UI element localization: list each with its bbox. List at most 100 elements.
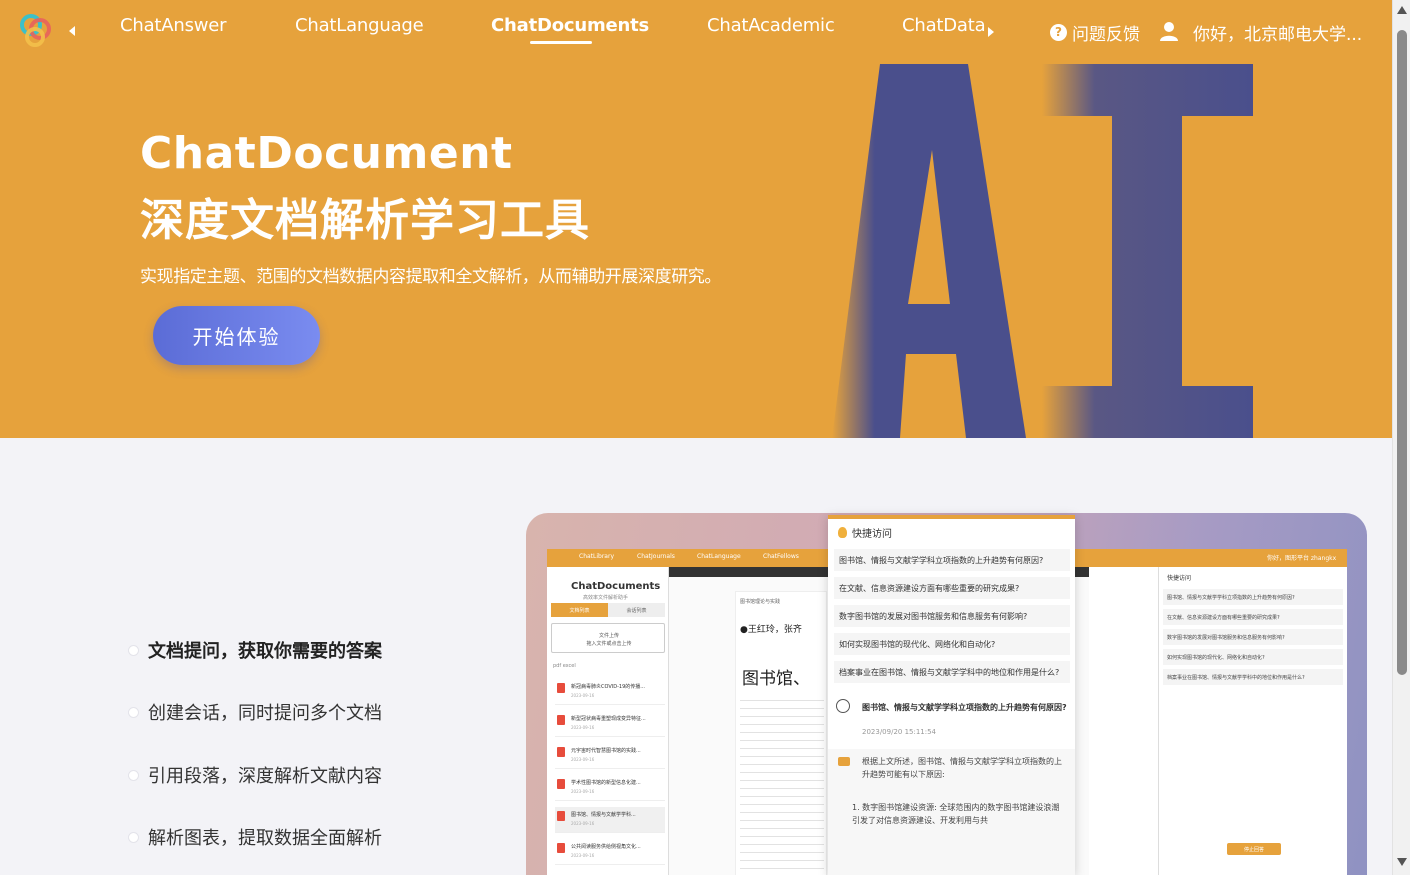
feature-item-create-session[interactable]: 创建会话，同时提问多个文档 xyxy=(128,699,382,725)
mock-chat-question: 在文献、信息资源建设方面有哪些重要的研究成果? xyxy=(1163,609,1343,625)
nav-prev-arrow-icon[interactable] xyxy=(66,22,80,40)
mock-tab: 会话列表 xyxy=(608,603,665,617)
mock-user: 你好，图形平台 zhangkx xyxy=(1267,555,1337,562)
pdf-icon xyxy=(557,683,565,693)
pdf-icon xyxy=(557,747,565,757)
mock-file-name: 学术性图书馆的新型信息化建... xyxy=(571,780,641,786)
mock-page-author: ●王红玲，张齐 xyxy=(740,625,802,635)
quick-question[interactable]: 数字图书馆的发展对图书馆服务和信息服务有何影响? xyxy=(834,605,1070,627)
start-experience-button[interactable]: 开始体验 xyxy=(153,306,320,365)
feature-label: 引用段落，深度解析文献内容 xyxy=(148,766,382,787)
bot-answer-intro: 根据上文所述，图书馆、情报与文献学学科立项指数的上升趋势可能有以下原因: xyxy=(862,757,1062,779)
feature-bullet xyxy=(128,706,139,718)
feature-bullet xyxy=(128,769,139,781)
mock-nav-item: ChatJournals xyxy=(637,553,675,560)
mock-file-item: 新冠病毒肺炎COVID-19的传播... 2023-09-16 xyxy=(555,679,665,705)
feature-item-quote-paragraph[interactable]: 引用段落，深度解析文献内容 xyxy=(128,762,382,788)
feedback-label: 问题反馈 xyxy=(1072,24,1140,45)
mock-chat-question: 档案事业在图书馆、情报与文献学学科中的地位和作用是什么? xyxy=(1163,669,1343,685)
mock-chat-question: 数字图书馆的发展对图书馆服务和信息服务有何影响? xyxy=(1163,629,1343,645)
lightbulb-icon xyxy=(838,527,847,538)
scroll-down-arrow-icon[interactable] xyxy=(1397,858,1407,866)
mock-file-item: 元宇宙时代智慧图书馆的实践... 2023-09-16 xyxy=(555,743,665,769)
quick-access-popup: 快捷访问 图书馆、情报与文献学学科立项指数的上升趋势有何原因? 在文献、信息资源… xyxy=(828,515,1075,875)
user-icon[interactable] xyxy=(1158,20,1180,42)
feature-label: 文档提问，获取你需要的答案 xyxy=(148,641,382,662)
feature-bullet xyxy=(128,831,139,843)
user-message-time: 2023/09/20 15:11:54 xyxy=(862,728,937,736)
mock-file-name: 元宇宙时代智慧图书馆的实践... xyxy=(571,748,641,754)
quick-question[interactable]: 在文献、信息资源建设方面有哪些重要的研究成果? xyxy=(834,577,1070,599)
quick-question[interactable]: 档案事业在图书馆、情报与文献学学科中的地位和作用是什么? xyxy=(834,661,1070,683)
scroll-up-arrow-icon[interactable] xyxy=(1397,6,1407,14)
page-scrollbar[interactable] xyxy=(1392,0,1410,875)
hero-title: ChatDocument xyxy=(140,128,513,179)
mock-upload-label: 文件上传 xyxy=(598,633,619,639)
mock-document-page: 图书馆理论与实践 ●王红玲，张齐 图书馆、 xyxy=(735,591,827,875)
bot-answer: 根据上文所述，图书馆、情报与文献学学科立项指数的上升趋势可能有以下原因: 1. … xyxy=(828,749,1075,875)
mock-page-heading: 图书馆、 xyxy=(742,669,810,689)
feature-bullet xyxy=(128,644,139,656)
nav-item-chatlanguage[interactable]: ChatLanguage xyxy=(295,15,424,36)
question-circle-icon: ? xyxy=(1050,23,1067,41)
quick-question[interactable]: 如何实现图书馆的现代化、网络化和自动化? xyxy=(834,633,1070,655)
mock-file-name: 公共阅读服务供给侧视角文化... xyxy=(571,844,641,850)
nav-item-chatacademic[interactable]: ChatAcademic xyxy=(707,15,835,36)
mock-upload-hint: 拖入文件或点击上传 xyxy=(586,641,632,647)
mock-chat-panel: 快捷访问 图书馆、情报与文献学学科立项指数的上升趋势有何原因? 在文献、信息资源… xyxy=(1158,567,1347,875)
mock-file-date: 2023-09-16 xyxy=(571,725,595,730)
mock-page-header: 图书馆理论与实践 xyxy=(740,599,781,605)
mock-tabs: 文档列表 会话列表 xyxy=(551,603,665,617)
feedback-link[interactable]: ? 问题反馈 xyxy=(1050,20,1140,45)
mock-sidebar: ChatDocuments 高效率文件解析助手 文档列表 会话列表 文件上传 拖… xyxy=(547,567,669,875)
nav-item-chatanswer[interactable]: ChatAnswer xyxy=(120,15,227,36)
mock-file-item: 新型冠状病毒重塑现成变异特征... 2023-09-16 xyxy=(555,711,665,737)
quick-access-title: 快捷访问 xyxy=(852,529,892,540)
hero-banner: ChatAnswer ChatLanguage ChatDocuments Ch… xyxy=(0,0,1392,438)
mock-chat-question: 如何实现图书馆的现代化、网络化和自动化? xyxy=(1163,649,1343,665)
mock-file-date: 2023-09-16 xyxy=(571,821,595,826)
quick-access-header: 快捷访问 xyxy=(838,525,892,540)
ai-art-illustration: AI xyxy=(820,60,1253,438)
nav-active-indicator xyxy=(530,41,592,44)
mock-page-text-lines xyxy=(740,700,824,875)
mock-file-date: 2023-09-16 xyxy=(571,757,595,762)
user-greeting[interactable]: 你好，北京邮电大学... xyxy=(1193,20,1373,45)
mock-stop-button: 停止回答 xyxy=(1227,843,1281,855)
mock-chat-title: 快捷访问 xyxy=(1167,575,1192,582)
mock-nav-item: ChatLibrary xyxy=(579,553,615,560)
mock-file-date: 2023-09-16 xyxy=(571,693,595,698)
mock-file-date: 2023-09-16 xyxy=(571,789,595,794)
pdf-icon xyxy=(557,779,565,789)
feature-label: 解析图表，提取数据全面解析 xyxy=(148,828,382,849)
nav-item-chatdocuments[interactable]: ChatDocuments xyxy=(491,15,649,36)
nav-item-chatdata[interactable]: ChatData xyxy=(902,15,986,36)
mock-file-name: 新冠病毒肺炎COVID-19的传播... xyxy=(571,684,646,690)
pdf-icon xyxy=(557,715,565,725)
mock-nav-item: ChatFellows xyxy=(763,553,799,560)
mock-sidebar-sub: 高效率文件解析助手 xyxy=(583,595,629,601)
mock-file-item: 学术性图书馆的新型信息化建... 2023-09-16 xyxy=(555,775,665,801)
bot-answer-point: 1. 数字图书馆建设资源: 全球范围内的数字图书馆建设浪潮引发了对信息资源建设、… xyxy=(852,803,1060,825)
quick-question[interactable]: 图书馆、情报与文献学学科立项指数的上升趋势有何原因? xyxy=(834,549,1070,571)
mock-chat-question: 图书馆、情报与文献学学科立项指数的上升趋势有何原因? xyxy=(1163,589,1343,605)
feature-label: 创建会话，同时提问多个文档 xyxy=(148,703,382,724)
pdf-icon xyxy=(557,843,565,853)
nav-next-arrow-icon[interactable] xyxy=(986,26,996,38)
bot-icon xyxy=(838,757,850,766)
mock-file-name: 新型冠状病毒重塑现成变异特征... xyxy=(571,716,646,722)
mock-upload-box: 文件上传 拖入文件或点击上传 xyxy=(551,623,665,653)
mock-file-item: 图书馆、情报与文献学学科... 2023-09-16 xyxy=(555,807,665,833)
pdf-icon xyxy=(557,811,565,821)
feature-item-ask-document[interactable]: 文档提问，获取你需要的答案 xyxy=(128,637,382,663)
feature-item-parse-charts[interactable]: 解析图表，提取数据全面解析 xyxy=(128,824,382,850)
mock-filter: pdf excel xyxy=(553,663,576,669)
ai-art-text: AI xyxy=(820,60,822,61)
mock-sidebar-title: ChatDocuments xyxy=(571,581,661,592)
user-message-text: 图书馆、情报与文献学学科立项指数的上升趋势有何原因? xyxy=(862,703,1067,712)
app-logo-icon[interactable] xyxy=(18,12,56,50)
hero-description: 实现指定主题、范围的文档数据内容提取和全文解析，从而辅助开展深度研究。 xyxy=(140,267,721,287)
mock-nav-item: ChatLanguage xyxy=(697,553,741,560)
scroll-thumb[interactable] xyxy=(1397,30,1407,675)
user-avatar-icon xyxy=(836,699,850,713)
